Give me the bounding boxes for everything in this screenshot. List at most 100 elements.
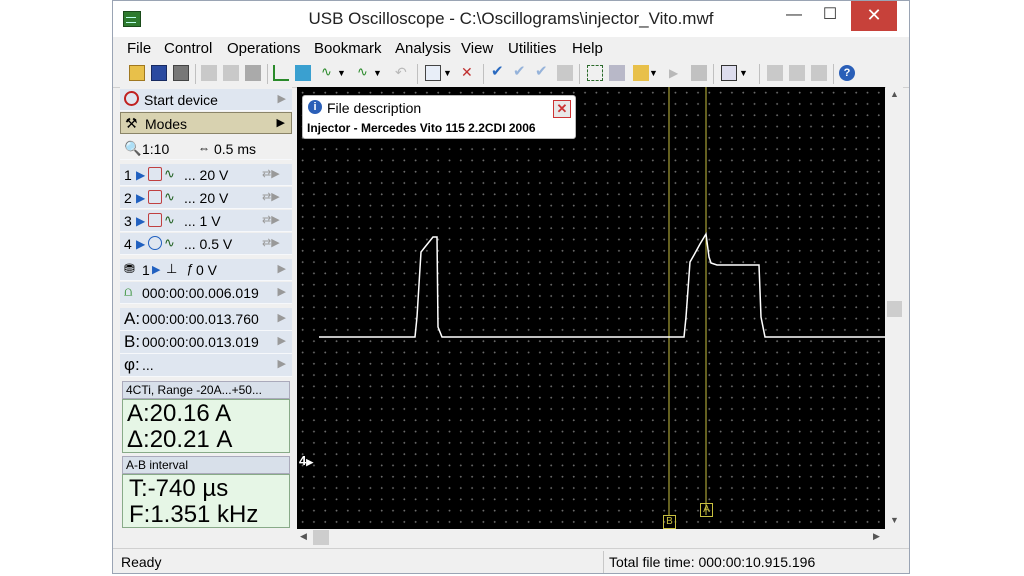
scroll-right-icon[interactable]: ▶ (873, 531, 880, 542)
channel-settings-icon[interactable]: ⇄▶ (262, 167, 280, 180)
coupling-icon[interactable]: ∿ (164, 235, 175, 251)
paste-icon[interactable] (223, 65, 239, 81)
trigger-icon[interactable] (273, 65, 289, 81)
coupling-icon[interactable]: ∿ (164, 189, 175, 205)
page-icon[interactable] (789, 65, 805, 81)
delta-value: Δ:20.21 A (127, 426, 233, 453)
check-up-icon[interactable]: ✔ (535, 64, 551, 81)
channel-row-2[interactable]: 2 ▶ ∿ ... 20 V ⇄▶ (120, 187, 292, 209)
trigger-time-row[interactable]: ⩍ 000:00:00.006.019 ▶ (120, 282, 292, 304)
close-file-icon[interactable] (811, 65, 827, 81)
oscilloscope-display[interactable]: 4▶ B A (297, 87, 885, 529)
coupling-icon[interactable]: ∿ (164, 166, 175, 182)
cursor-b-row[interactable]: B: 000:00:00.013.019 ▶ (120, 331, 292, 354)
copy-icon[interactable] (201, 65, 217, 81)
waveform-svg (319, 87, 885, 515)
channel-off-icon[interactable] (148, 167, 162, 181)
channel4-measure-header: 4CTi, Range -20A...+50... (122, 381, 290, 399)
trigger-edge-icon[interactable]: ⊥ (166, 261, 177, 277)
channel-arrow-icon: ▶ (152, 264, 161, 276)
timebase-value[interactable]: 0.5 ms (214, 141, 256, 157)
menu-view[interactable]: View (461, 40, 493, 57)
help-icon[interactable]: ? (839, 65, 855, 81)
delete-icon[interactable]: ✕ (461, 65, 477, 81)
chevron-down-icon[interactable]: ▼ (443, 65, 459, 81)
chevron-right-icon: ▶ (277, 312, 286, 324)
menu-analysis[interactable]: Analysis (395, 40, 451, 57)
trigger-channel: 1 (142, 262, 150, 278)
folder-icon[interactable] (633, 65, 649, 81)
channel-off-icon[interactable] (148, 213, 162, 227)
timebase-icon: ⇔ (198, 141, 210, 155)
channel-number: 3 (124, 213, 132, 229)
stop-icon[interactable] (691, 65, 707, 81)
trigger-row[interactable]: ⛃ 1 ▶ ⊥ ƒ 0 V ▶ (120, 259, 292, 281)
play-icon[interactable]: ▶ (669, 65, 685, 81)
horizontal-scroll-thumb[interactable] (313, 530, 329, 545)
keyboard-icon[interactable] (721, 65, 737, 81)
current-clamp-icon[interactable] (148, 236, 162, 250)
document-icon[interactable] (557, 65, 573, 81)
channel-4-marker[interactable]: 4▶ (299, 453, 313, 468)
channel-row-1[interactable]: 1 ▶ ∿ ... 20 V ⇄▶ (120, 164, 292, 186)
image-icon[interactable] (767, 65, 783, 81)
menu-bar: File Control Operations Bookmark Analysi… (113, 37, 909, 61)
save-icon[interactable] (151, 65, 167, 81)
channel-row-4[interactable]: 4 ▶ ∿ ... 0.5 V ⇄▶ (120, 233, 292, 255)
horizontal-scrollbar[interactable]: ◀ ▶ (297, 529, 886, 546)
zoom-value[interactable]: 1:10 (142, 141, 169, 157)
scroll-down-icon[interactable]: ▼ (890, 515, 899, 525)
file-description-text: Injector - Mercedes Vito 115 2.2CDI 2006 (307, 121, 536, 135)
channel-settings-icon[interactable]: ⇄▶ (262, 213, 280, 226)
chevron-down-icon[interactable]: ▼ (649, 65, 665, 81)
ab-interval-panel: T:-740 µs F:1.351 kHz (122, 474, 290, 528)
scope-mode-icon[interactable] (295, 65, 311, 81)
toolbar-separator (579, 64, 580, 84)
cursor-a-handle[interactable]: A (700, 503, 713, 517)
chevron-right-icon: ▶ (277, 335, 286, 347)
tool-icon[interactable] (245, 65, 261, 81)
check-icon[interactable]: ✔ (491, 64, 507, 81)
menu-operations[interactable]: Operations (227, 40, 300, 57)
channel-off-icon[interactable] (148, 190, 162, 204)
channel-settings-icon[interactable]: ⇄▶ (262, 190, 280, 203)
select-icon[interactable] (587, 65, 603, 81)
chevron-down-icon[interactable]: ▼ (373, 65, 389, 81)
file-description-title: File description (327, 100, 422, 116)
menu-utilities[interactable]: Utilities (508, 40, 556, 57)
menu-bookmark[interactable]: Bookmark (314, 40, 382, 57)
channel-row-3[interactable]: 3 ▶ ∿ ... 1 V ⇄▶ (120, 210, 292, 232)
channel-range: ... 0.5 V (184, 236, 233, 252)
print-icon[interactable] (173, 65, 189, 81)
menu-help[interactable]: Help (572, 40, 603, 57)
start-device-row[interactable]: Start device ▶ (120, 89, 292, 111)
cursor-b-handle[interactable]: B (663, 515, 676, 529)
undo-icon[interactable]: ↶ (395, 65, 411, 81)
waveform-alt-icon[interactable]: ∿ (357, 65, 373, 81)
screen-icon[interactable] (425, 65, 441, 81)
chevron-down-icon[interactable]: ▼ (739, 65, 755, 81)
scroll-up-icon[interactable]: ▲ (890, 89, 899, 99)
menu-file[interactable]: File (127, 40, 151, 57)
measure-icon[interactable] (609, 65, 625, 81)
waveform-icon[interactable]: ∿ (321, 65, 337, 81)
channel-arrow-icon: ▶ (136, 214, 146, 228)
channel-settings-icon[interactable]: ⇄▶ (262, 236, 280, 249)
channel-range: ... 20 V (184, 167, 229, 183)
coupling-icon[interactable]: ∿ (164, 212, 175, 228)
vertical-scrollbar[interactable]: ▲ ▼ (886, 87, 903, 529)
check-down-icon[interactable]: ✔ (513, 64, 529, 81)
modes-row[interactable]: ⚒ Modes ▶ (120, 112, 292, 134)
open-icon[interactable] (129, 65, 145, 81)
maximize-button[interactable]: ☐ (813, 1, 847, 31)
minimize-button[interactable]: — (777, 1, 811, 31)
chevron-down-icon[interactable]: ▼ (337, 65, 353, 81)
cursor-a-row[interactable]: A: 000:00:00.013.760 ▶ (120, 308, 292, 331)
menu-control[interactable]: Control (164, 40, 212, 57)
phase-row[interactable]: φ: ... ▶ (120, 354, 292, 377)
scroll-left-icon[interactable]: ◀ (300, 531, 307, 542)
vertical-scroll-thumb[interactable] (887, 301, 902, 317)
interval-frequency: F:1.351 kHz (129, 501, 259, 528)
close-button[interactable]: ✕ (851, 1, 897, 31)
close-popup-button[interactable]: ✕ (553, 100, 571, 118)
